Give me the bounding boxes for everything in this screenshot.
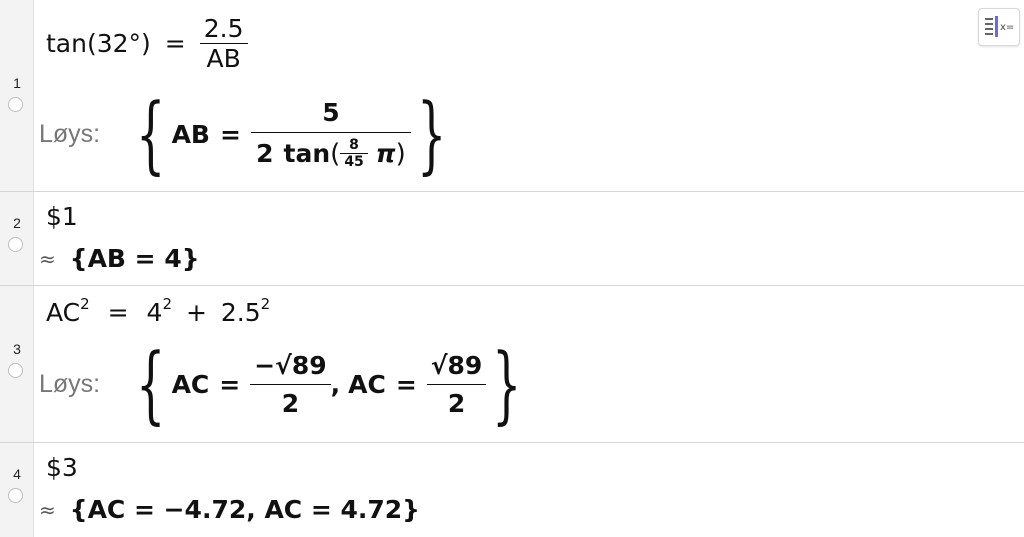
inner-numerator: 8 [349,137,359,153]
fraction-denominator: AB [206,44,241,73]
denominator-coefficient: 2 [256,139,274,168]
cas-output-4: ≈ {AC = −4.72, AC = 4.72} [39,495,420,524]
cas-output-2: ≈ {AB = 4} [39,244,200,273]
cas-row-3[interactable]: 3 AC2 = 42 + 2.52 Løys: { AC = −√89 2 , … [0,286,1024,443]
fraction-numerator: √89 [430,350,483,380]
row-radio-button[interactable] [8,237,23,252]
result-text: {AC = −4.72, AC = 4.72} [69,495,420,524]
open-brace: { [136,85,166,183]
equals-sign: = [395,369,417,399]
row-gutter: 3 [0,286,34,442]
approx-symbol: ≈ [39,246,56,271]
input-lhs: tan(32°) [46,29,151,58]
result-fraction-2: √89 2 [426,350,487,418]
row-number: 4 [13,466,21,482]
equals-sign: = [107,298,129,327]
term-a: 4 [146,298,163,327]
fraction-denominator: 2 [281,388,300,418]
separator: , [330,369,341,399]
equals-sign: = [219,369,241,399]
cas-output-1: Løys: { AB = 5 2 tan ( 8 45 π )} [39,92,458,176]
result-variable: AC [171,369,210,399]
cas-input-1[interactable]: tan(32°) = 2.5 AB [46,14,248,73]
cas-input-2[interactable]: $1 [46,202,78,231]
open-brace: { [136,335,166,433]
result-variable: AB [171,119,210,149]
row-gutter: 4 [0,443,34,537]
cas-row-1[interactable]: 1 tan(32°) = 2.5 AB Løys: { AB = 5 2 tan [0,0,1024,192]
cas-row-2[interactable]: 2 $1 ≈ {AB = 4} [0,192,1024,286]
row-number: 2 [13,215,21,231]
row-radio-button[interactable] [8,363,23,378]
row-number: 3 [13,341,21,357]
row-gutter: 2 [0,192,34,285]
cas-input-4[interactable]: $3 [46,453,78,482]
solve-label: Løys: [39,119,101,148]
equals-sign: = [219,119,241,149]
cas-row-4[interactable]: 4 $3 ≈ {AC = −4.72, AC = 4.72} [0,443,1024,537]
fraction-numerator: −√89 [254,350,327,380]
row-gutter: 1 [0,0,34,191]
result-variable: AC [348,369,386,399]
fraction-numerator: 2.5 [203,14,244,43]
term-b: 2.5 [220,298,261,327]
exponent: 2 [80,295,90,313]
input-base: AC [46,298,81,327]
row-radio-button[interactable] [8,488,23,503]
row-radio-button[interactable] [8,97,23,112]
solve-label: Løys: [39,369,101,398]
result-text: {AB = 4} [69,244,200,273]
close-brace: } [416,85,447,183]
row-number: 1 [13,75,21,91]
exponent: 2 [260,295,271,313]
exponent: 2 [162,295,172,313]
pi-symbol: π [375,139,396,168]
equals-sign: = [164,29,186,58]
approx-symbol: ≈ [39,497,56,522]
input-fraction: 2.5 AB [199,14,248,73]
cas-input-3[interactable]: AC2 = 42 + 2.52 [46,295,271,327]
fraction-denominator: 2 tan ( 8 45 π ) [256,137,406,170]
tan-function: tan [283,139,331,168]
cas-output-3: Løys: { AC = −√89 2 , AC = √89 2 } [39,342,534,426]
close-brace: } [492,335,522,433]
fraction-numerator: 5 [322,98,340,127]
fraction-denominator: 2 [447,388,466,418]
inner-fraction: 8 45 [340,137,368,170]
result-fraction: 5 2 tan ( 8 45 π ) [250,98,411,170]
plus-sign: + [185,298,207,327]
inner-denominator: 45 [344,154,364,170]
result-fraction-1: −√89 2 [250,350,331,418]
